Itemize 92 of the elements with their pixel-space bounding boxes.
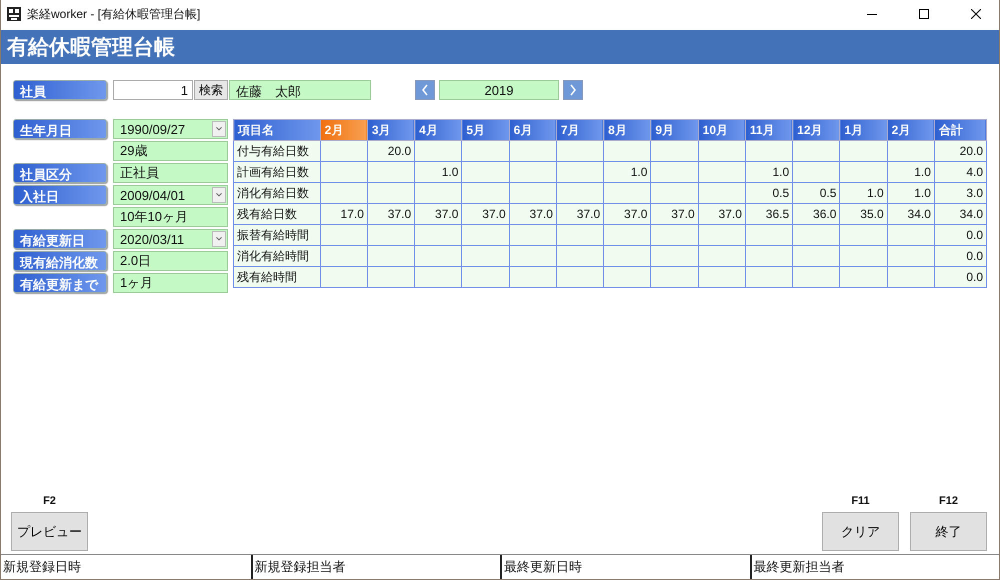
table-cell: 37.0 [414,204,462,224]
table-cell: 20.0 [934,140,986,162]
column-header: 8月 [604,120,651,140]
dropdown-icon[interactable] [212,231,226,247]
table-cell: 1.0 [604,162,651,182]
app-icon [7,7,21,21]
shortcut-key-label: F11 [851,495,870,507]
status-field: 最終更新担当者 [750,555,999,579]
next-year-button[interactable] [563,80,583,100]
date-dropdown[interactable]: 2020/03/11 [113,229,228,249]
shortcut-key-label: F2 [43,495,56,507]
status-field: 最終更新日時 [500,555,750,579]
table-cell: 37.0 [698,204,746,224]
dropdown-icon[interactable] [212,187,226,203]
date-dropdown[interactable]: 2009/04/01 [113,185,228,205]
maximize-icon[interactable] [919,9,929,19]
table-cell: 1.0 [887,162,934,182]
row-label: 消化有給日数 [234,182,320,204]
table-cell: 0.0 [934,224,986,246]
table-cell: 37.0 [556,204,604,224]
table-cell: 37.0 [604,204,651,224]
value-field: 正社員 [113,163,228,183]
column-header: 4月 [414,120,462,140]
page-header: 有給休暇管理台帳 [1,30,999,64]
column-header: 12月 [792,120,840,140]
column-header: 9月 [650,120,698,140]
column-header: 2月 [887,120,934,140]
field-label: 社員 [13,80,107,100]
column-header: 7月 [556,120,604,140]
row-label: 振替有給時間 [234,224,320,246]
column-header: 6月 [509,120,556,140]
row-label: 消化有給時間 [234,246,320,266]
table-cell: 1.0 [887,182,934,204]
field-label: 生年月日 [13,119,107,139]
table-cell: 3.0 [934,182,986,204]
column-header: 10月 [698,120,746,140]
column-header: 2月 [320,120,368,140]
table-cell: 0.5 [792,182,840,204]
employee-id-field[interactable]: 1 [113,80,193,100]
close-icon[interactable] [971,9,981,19]
table-cell: 4.0 [934,162,986,182]
table-cell: 34.0 [934,204,986,224]
table-cell: 36.0 [792,204,840,224]
date-dropdown[interactable]: 1990/09/27 [113,119,228,139]
table-cell: 0.0 [934,266,986,288]
field-label: 入社日 [13,185,107,205]
table-cell: 37.0 [509,204,556,224]
row-label: 付与有給日数 [234,140,320,162]
row-label: 残有給時間 [234,266,320,288]
column-header: 項目名 [234,120,320,140]
chevron-right-icon [569,84,577,96]
column-header: 5月 [462,120,510,140]
status-field: 新規登録日時 [1,555,250,579]
table-cell: 37.0 [367,204,415,224]
row-label: 残有給日数 [234,204,320,224]
value-field: 2.0日 [113,251,228,271]
shortcut-key-label: F12 [939,495,958,507]
value-field: 1ヶ月 [113,273,228,293]
table-cell: 37.0 [650,204,698,224]
row-label: 計画有給日数 [234,162,320,182]
table-cell: 34.0 [887,204,934,224]
employee-name-field: 佐藤 太郎 [229,80,371,100]
table-cell: 0.5 [745,182,793,204]
dropdown-icon[interactable] [212,121,226,137]
window-title: 楽経worker - [有給休暇管理台帳] [27,6,202,22]
column-header: 11月 [745,120,793,140]
table-cell: 1.0 [745,162,793,182]
field-label: 現有給消化数 [13,251,107,271]
table-cell: 0.0 [934,246,986,266]
value-field: 10年10ヶ月 [113,207,228,227]
table-cell: 17.0 [320,204,368,224]
function-button[interactable]: プレビュー [11,512,88,551]
function-button[interactable]: 終了 [910,512,987,551]
column-header: 合計 [934,120,986,140]
table-cell: 20.0 [367,140,415,162]
year-field: 2019 [439,80,559,100]
search-button[interactable]: 検索 [194,80,228,100]
table-cell: 36.5 [745,204,793,224]
field-label: 社員区分 [13,163,107,183]
field-label: 有給更新日 [13,229,107,249]
table-cell: 1.0 [414,162,462,182]
status-field: 新規登録担当者 [250,555,500,579]
table-cell: 37.0 [462,204,510,224]
value-field: 29歳 [113,141,228,161]
column-header: 3月 [367,120,415,140]
table-cell: 1.0 [840,182,888,204]
previous-year-button[interactable] [415,80,435,100]
function-button[interactable]: クリア [822,512,899,551]
field-label: 有給更新まで [13,273,107,293]
column-header: 1月 [840,120,888,140]
table-cell: 35.0 [840,204,888,224]
chevron-left-icon [421,84,429,96]
